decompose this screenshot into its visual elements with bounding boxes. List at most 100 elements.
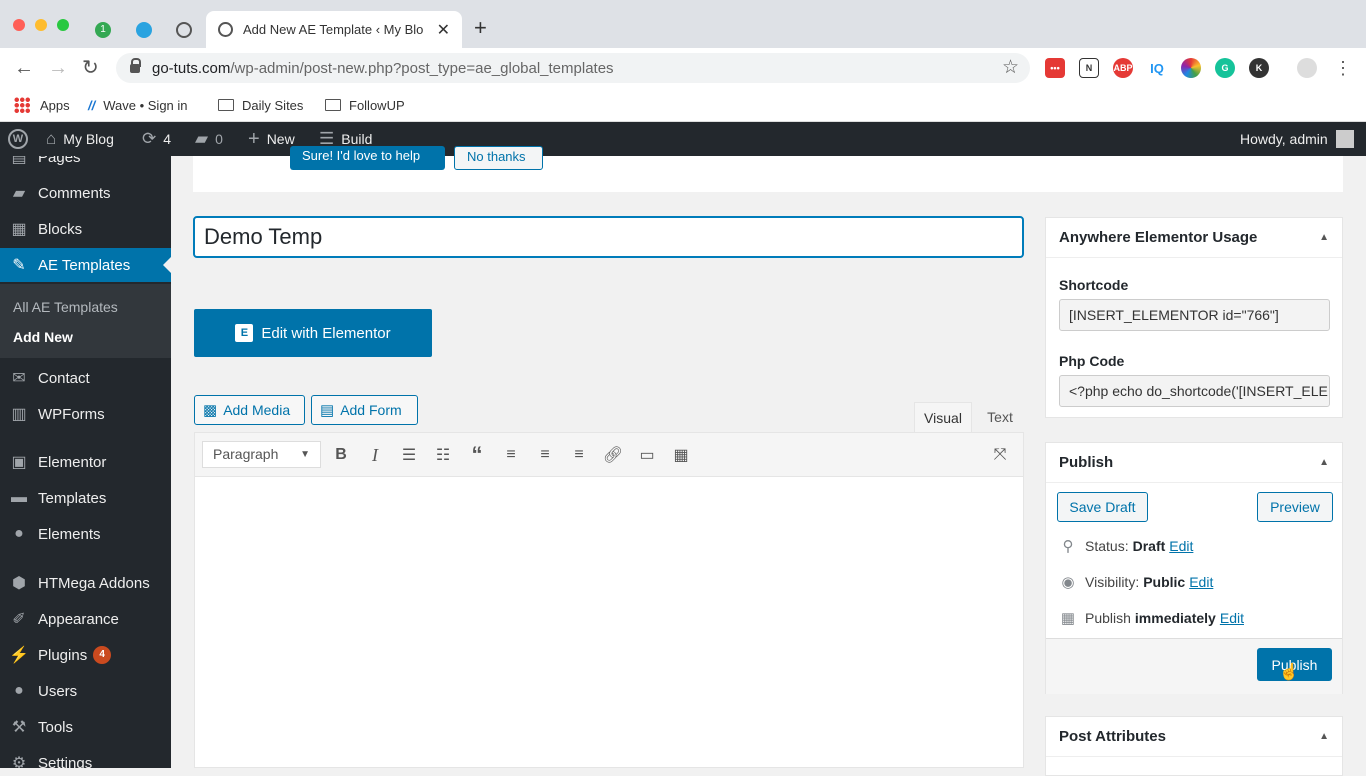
tab-text[interactable]: Text bbox=[976, 402, 1024, 432]
sidebar-item-comments[interactable]: ▰ Comments bbox=[0, 176, 171, 210]
sidebar-item-blocks[interactable]: ▦ Blocks bbox=[0, 212, 171, 246]
php-code-label: Php Code bbox=[1059, 353, 1125, 369]
shortcode-field[interactable]: [INSERT_ELEMENTOR id="766"] bbox=[1059, 299, 1330, 331]
sidebar-item-label: Settings bbox=[38, 754, 93, 769]
collapse-arrow-icon[interactable]: ▲ bbox=[1319, 731, 1329, 742]
php-code-field[interactable]: <?php echo do_shortcode('[INSERT_ELEMENT… bbox=[1059, 375, 1330, 407]
reload-icon[interactable]: ↻ bbox=[82, 56, 99, 80]
address-bar[interactable]: go-tuts.com/wp-admin/post-new.php?post_t… bbox=[116, 53, 1030, 83]
site-name-menu[interactable]: ⌂ My Blog bbox=[46, 122, 114, 156]
sidebar-item-settings[interactable]: ⚙ Settings bbox=[0, 746, 171, 769]
link-icon[interactable]: 🔗︎ bbox=[602, 444, 624, 466]
bookmark-star-icon[interactable]: ☆ bbox=[1002, 56, 1019, 79]
notion-extension-icon[interactable]: N bbox=[1079, 58, 1099, 78]
bookmark-followup[interactable]: FollowUP bbox=[325, 93, 405, 117]
forms-icon: ▥ bbox=[11, 406, 27, 423]
post-title-input[interactable] bbox=[193, 216, 1024, 258]
pinned-tab-web[interactable] bbox=[167, 13, 201, 47]
sidebar-item-label: Elements bbox=[38, 525, 101, 543]
forward-icon[interactable]: → bbox=[48, 56, 68, 80]
collapse-arrow-icon[interactable]: ▲ bbox=[1319, 457, 1329, 468]
align-right-icon[interactable]: ≡ bbox=[568, 444, 590, 466]
sidebar-item-ae-templates[interactable]: ✎ AE Templates bbox=[0, 248, 171, 282]
submenu-add-new[interactable]: Add New bbox=[13, 329, 73, 345]
pinned-tab-telegram[interactable] bbox=[127, 13, 161, 47]
post-attributes-header[interactable]: Post Attributes ▲ bbox=[1046, 717, 1342, 757]
sidebar-item-pages[interactable]: ▤ Pages bbox=[0, 156, 171, 174]
sidebar-item-elementor[interactable]: ▣ Elementor bbox=[0, 445, 171, 479]
bookmark-label: FollowUP bbox=[349, 97, 405, 113]
sidebar-item-label: Blocks bbox=[38, 220, 83, 238]
align-left-icon[interactable]: ≡ bbox=[500, 444, 522, 466]
bullet-list-icon[interactable]: ☰ bbox=[398, 444, 420, 466]
account-menu[interactable]: Howdy, admin bbox=[1240, 122, 1354, 156]
k-extension-icon[interactable]: K bbox=[1249, 58, 1269, 78]
bookmark-daily-sites[interactable]: Daily Sites bbox=[218, 93, 303, 117]
add-media-button[interactable]: ▩ Add Media bbox=[194, 395, 305, 425]
numbered-list-icon[interactable]: ☷ bbox=[432, 444, 454, 466]
grammarly-extension-icon[interactable]: G bbox=[1215, 58, 1235, 78]
save-draft-button[interactable]: Save Draft bbox=[1057, 492, 1148, 522]
brush-icon: ✐ bbox=[12, 611, 26, 628]
edit-with-elementor-button[interactable]: E Edit with Elementor bbox=[194, 309, 432, 357]
italic-icon[interactable]: I bbox=[364, 444, 386, 466]
back-icon[interactable]: ← bbox=[14, 56, 34, 80]
sidebar-item-htmega-addons[interactable]: ⬢ HTMega Addons bbox=[0, 566, 171, 600]
sidebar-item-templates[interactable]: ▬ Templates bbox=[0, 481, 171, 515]
collapse-arrow-icon[interactable]: ▲ bbox=[1319, 232, 1329, 243]
close-window-button[interactable] bbox=[13, 19, 25, 31]
tab-visual[interactable]: Visual bbox=[914, 402, 972, 432]
pinned-tab-1[interactable]: 1 bbox=[86, 13, 120, 47]
extension-1-icon[interactable]: ••• bbox=[1045, 58, 1065, 78]
updates-menu[interactable]: ⟳ 4 bbox=[142, 122, 171, 156]
globe-icon bbox=[218, 22, 233, 37]
sidebar-item-users[interactable]: ● Users bbox=[0, 674, 171, 708]
close-tab-icon[interactable]: ✕ bbox=[437, 20, 450, 40]
publish-metabox-header[interactable]: Publish ▲ bbox=[1046, 443, 1342, 483]
iq-extension-icon[interactable]: IQ bbox=[1147, 58, 1167, 78]
sidebar-item-elements[interactable]: ● Elements bbox=[0, 517, 171, 551]
fullscreen-icon[interactable]: ⤧ bbox=[989, 444, 1011, 466]
edit-visibility-link[interactable]: Edit bbox=[1189, 574, 1213, 590]
updates-icon: ⟳ bbox=[142, 129, 157, 148]
submenu-all-ae-templates[interactable]: All AE Templates bbox=[13, 299, 118, 315]
pages-icon: ▤ bbox=[11, 156, 27, 166]
sidebar-item-appearance[interactable]: ✐ Appearance bbox=[0, 602, 171, 636]
bold-icon[interactable]: B bbox=[330, 444, 352, 466]
bookmark-apps[interactable]: Apps bbox=[14, 93, 70, 117]
profile-avatar[interactable] bbox=[1297, 58, 1317, 78]
content-editor[interactable]: Paragraph ▼ B I ☰ ☷ “ ≡ ≡ ≡ 🔗︎ ▭ ▦ ⤧ bbox=[194, 432, 1024, 768]
maximize-window-button[interactable] bbox=[57, 19, 69, 31]
read-more-icon[interactable]: ▭ bbox=[636, 444, 658, 466]
minimize-window-button[interactable] bbox=[35, 19, 47, 31]
sidebar-item-plugins[interactable]: ⚡ Plugins 4 bbox=[0, 638, 171, 672]
edit-status-link[interactable]: Edit bbox=[1169, 538, 1193, 554]
align-center-icon[interactable]: ≡ bbox=[534, 444, 556, 466]
publish-metabox-title: Publish bbox=[1059, 454, 1114, 471]
plug-icon: ⚡ bbox=[9, 647, 29, 664]
sidebar-item-wpforms[interactable]: ▥ WPForms bbox=[0, 397, 171, 431]
active-tab[interactable]: Add New AE Template ‹ My Blo ✕ bbox=[206, 11, 462, 48]
sidebar-item-contact[interactable]: ✉ Contact bbox=[0, 361, 171, 395]
sidebar-item-tools[interactable]: ⚒ Tools bbox=[0, 710, 171, 744]
adblock-extension-icon[interactable]: ABP bbox=[1113, 58, 1133, 78]
usage-metabox-header[interactable]: Anywhere Elementor Usage ▲ bbox=[1046, 218, 1342, 258]
colorpicker-extension-icon[interactable] bbox=[1181, 58, 1201, 78]
toolbar-toggle-icon[interactable]: ▦ bbox=[670, 444, 692, 466]
menu-kebab-icon[interactable]: ⋮ bbox=[1334, 56, 1352, 80]
add-form-button[interactable]: ▤ Add Form bbox=[311, 395, 418, 425]
wp-logo-menu[interactable]: W bbox=[8, 122, 35, 156]
url-path: /wp-admin/post-new.php?post_type=ae_glob… bbox=[230, 59, 614, 77]
preview-button[interactable]: Preview bbox=[1257, 492, 1333, 522]
new-content-menu[interactable]: + New bbox=[248, 122, 295, 156]
edit-schedule-link[interactable]: Edit bbox=[1220, 610, 1244, 626]
sidebar-item-label: Users bbox=[38, 682, 78, 700]
notice-no-button[interactable]: No thanks bbox=[454, 146, 543, 170]
format-select[interactable]: Paragraph ▼ bbox=[202, 441, 321, 468]
folder-icon: ▬ bbox=[11, 489, 27, 506]
bookmark-wave[interactable]: // Wave • Sign in bbox=[88, 93, 188, 117]
notice-yes-button[interactable]: Sure! I'd love to help bbox=[290, 146, 445, 170]
comments-menu[interactable]: ▰ 0 bbox=[195, 122, 223, 156]
blockquote-icon[interactable]: “ bbox=[466, 442, 488, 467]
new-tab-button[interactable]: + bbox=[474, 17, 487, 39]
